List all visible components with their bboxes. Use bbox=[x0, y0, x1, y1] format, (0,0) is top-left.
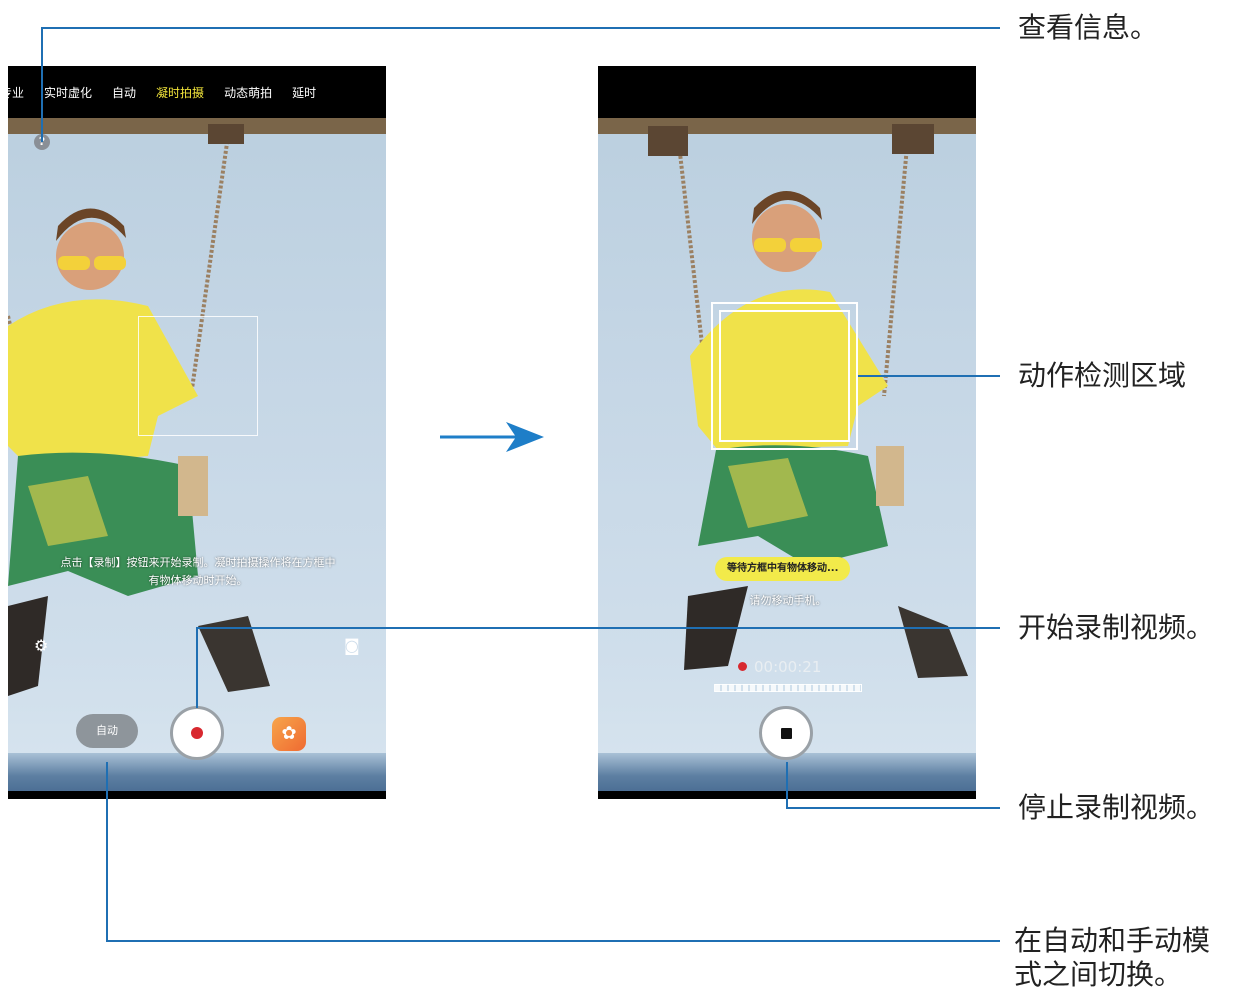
callout-lines bbox=[41, 27, 1000, 942]
callout-motion-zone: 动作检测区域 bbox=[1018, 359, 1187, 392]
callout-switch-mode-line-2: 式之间切换。 bbox=[1014, 958, 1183, 991]
callout-start-recording: 开始录制视频。 bbox=[1018, 611, 1215, 644]
callout-view-info: 查看信息。 bbox=[1018, 11, 1159, 44]
callout-stop-recording: 停止录制视频。 bbox=[1018, 791, 1215, 824]
callout-switch-mode-line-1: 在自动和手动模 bbox=[1014, 924, 1211, 957]
callout-switch-mode: 在自动和手动模 式之间切换。 bbox=[1014, 924, 1210, 992]
